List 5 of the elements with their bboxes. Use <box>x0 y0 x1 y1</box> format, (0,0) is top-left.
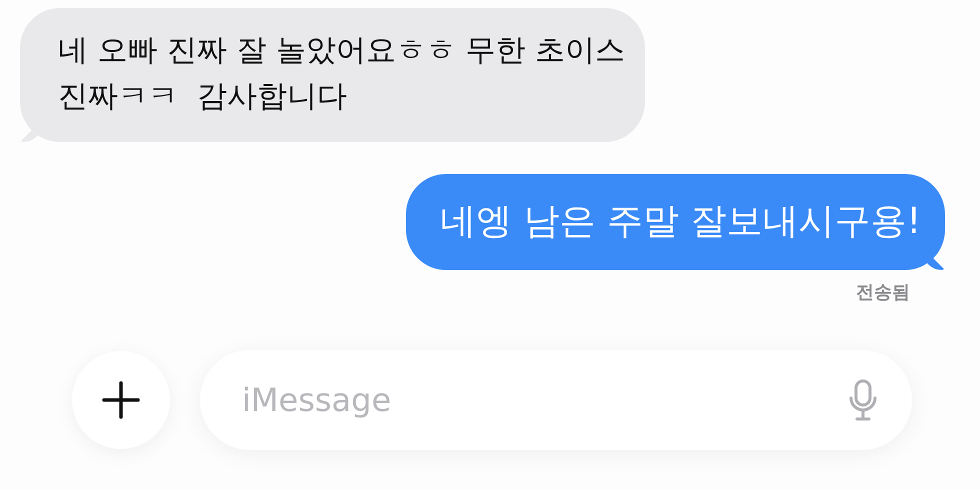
message-input-field[interactable]: iMessage <box>240 380 848 420</box>
delivery-status: 전송됨 <box>856 281 910 304</box>
sent-message: 네엥 남은 주말 잘보내시구용! <box>406 174 945 270</box>
plus-icon <box>101 380 141 420</box>
received-message: 네 오빠 진짜 잘 놀았어요ㅎㅎ 무한 초이스 진짜ㅋㅋ 감사합니다 <box>20 8 646 142</box>
